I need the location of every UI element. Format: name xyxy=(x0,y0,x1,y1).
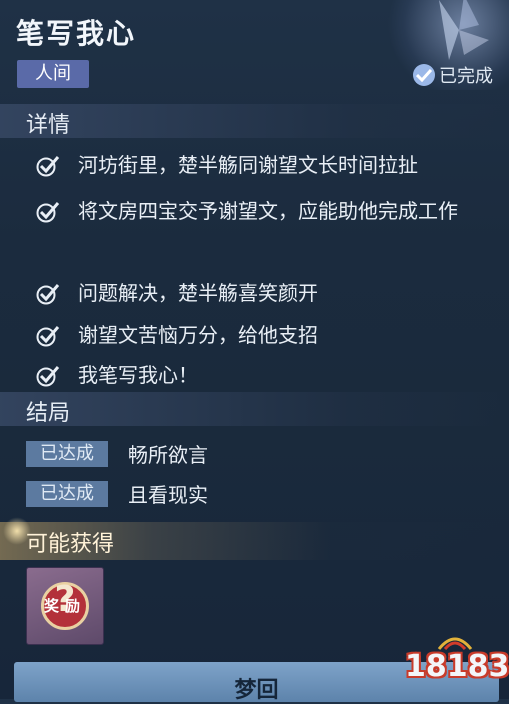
sun-rays-icon xyxy=(437,637,473,651)
ending-label: 且看现实 xyxy=(128,483,208,507)
endings-section-header: 结局 xyxy=(0,392,509,426)
list-item: 谢望文苦恼万分，给他支招 xyxy=(34,318,504,358)
details-heading: 详情 xyxy=(26,113,71,138)
endings-heading: 结局 xyxy=(26,401,71,426)
list-item: 将文房四宝交予谢望文，应能助他完成工作 xyxy=(34,194,504,276)
check-icon xyxy=(34,358,62,393)
detail-text: 将文房四宝交予谢望文，应能助他完成工作 xyxy=(78,199,458,223)
completion-status-label: 已完成 xyxy=(439,66,493,87)
list-item: 河坊街里，楚半觞同谢望文长时间拉扯 xyxy=(34,148,504,194)
ending-row: 已达成 畅所欲言 xyxy=(26,439,208,468)
details-list: 河坊街里，楚半觞同谢望文长时间拉扯 将文房四宝交予谢望文，应能助他完成工作 问题… xyxy=(34,148,504,398)
crystal-emblem-icon xyxy=(439,0,489,60)
rewards-heading: 可能获得 xyxy=(26,532,115,557)
completion-status: 已完成 xyxy=(413,62,493,88)
site-watermark: 18183 xyxy=(405,627,509,687)
details-section-header: 详情 xyxy=(0,104,509,138)
ending-label: 畅所欲言 xyxy=(128,443,208,467)
check-icon xyxy=(34,194,62,229)
ending-row: 已达成 且看现实 xyxy=(26,479,208,508)
rewards-section-header: 可能获得 xyxy=(0,522,509,560)
achieved-badge: 已达成 xyxy=(26,480,108,507)
check-icon xyxy=(34,276,62,311)
sparkle-icon xyxy=(2,516,32,546)
check-circle-icon xyxy=(413,64,435,86)
detail-text: 问题解决，楚半觞喜笑颜开 xyxy=(78,281,318,305)
quest-title: 笔写我心 xyxy=(16,17,137,50)
check-icon xyxy=(34,318,62,353)
list-item: 问题解决，楚半觞喜笑颜开 xyxy=(34,276,504,318)
detail-text: 我笔写我心！ xyxy=(78,363,198,387)
achieved-badge: 已达成 xyxy=(26,440,108,467)
reward-item[interactable]: ? 奖励 xyxy=(26,567,104,645)
realm-tag: 人间 xyxy=(17,60,89,88)
watermark-text: 18183 xyxy=(405,649,509,684)
detail-text: 谢望文苦恼万分，给他支招 xyxy=(78,323,318,347)
detail-text: 河坊街里，楚半觞同谢望文长时间拉扯 xyxy=(78,153,418,177)
check-icon xyxy=(34,148,62,183)
reward-label: 奖励 xyxy=(43,597,86,615)
